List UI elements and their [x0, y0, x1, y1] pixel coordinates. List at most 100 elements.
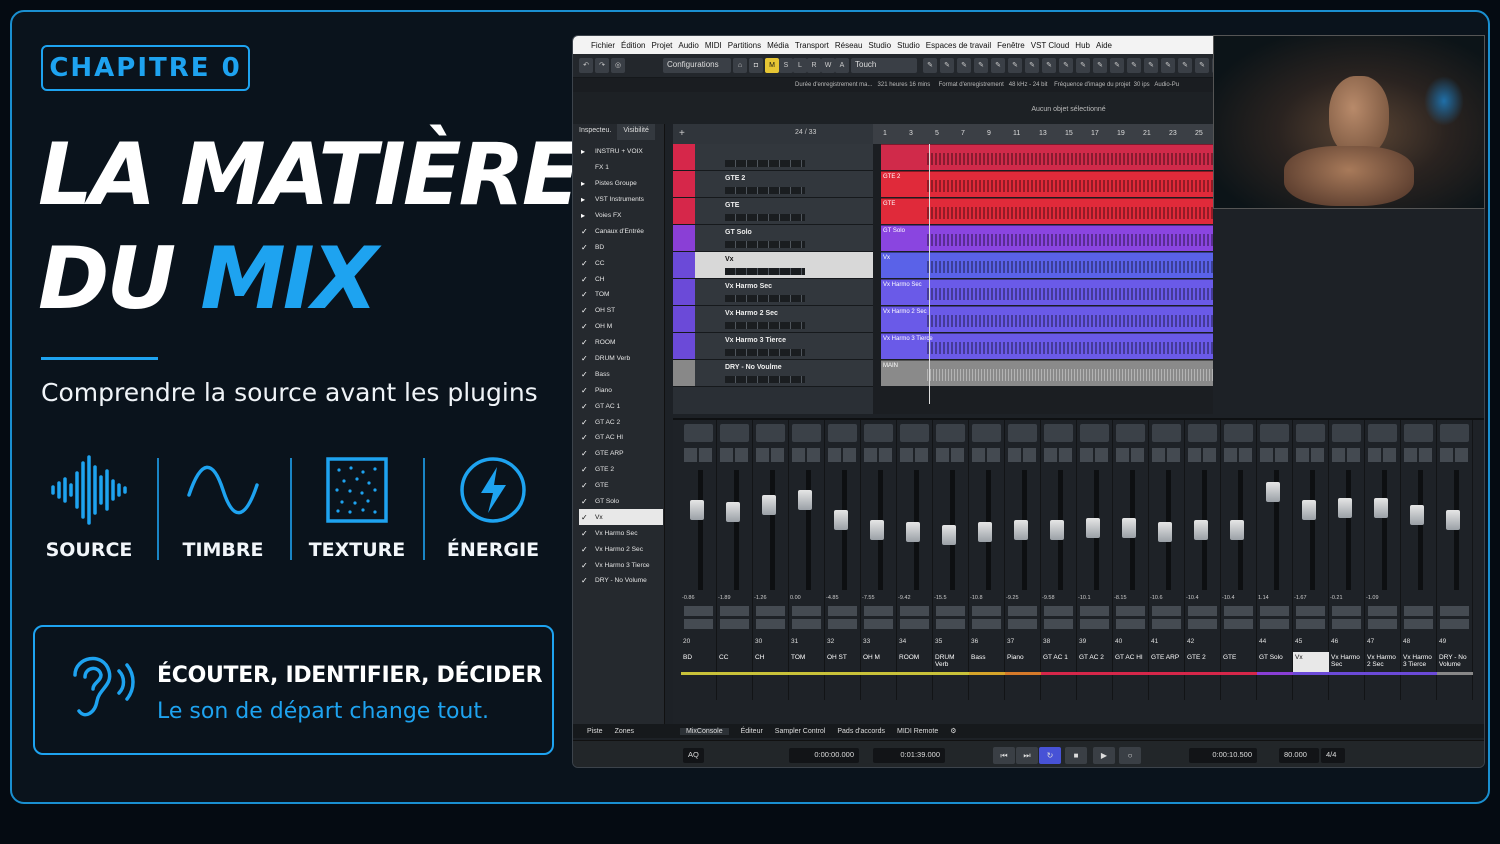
configurations-select[interactable]: Configurations [663, 58, 731, 73]
mixer-channel[interactable]: -4.85 32 OH ST [825, 420, 861, 700]
audio-event[interactable]: MAIN [881, 360, 1213, 386]
insert-slot[interactable] [1404, 424, 1433, 442]
checkbox-icon[interactable]: ✓ [579, 354, 595, 363]
visibility-item[interactable]: ✓ GT AC 2 [579, 414, 663, 430]
checkbox-icon[interactable]: ▸ [579, 195, 595, 204]
insert-slot[interactable] [1224, 424, 1253, 442]
checkbox-icon[interactable]: ✓ [579, 402, 595, 411]
track-controls[interactable] [725, 214, 805, 221]
mixer-channel[interactable]: -7.55 33 OH M [861, 420, 897, 700]
checkbox-icon[interactable]: ✓ [579, 481, 595, 490]
fader-handle[interactable] [1230, 520, 1244, 540]
gear-icon[interactable]: ⚙ [950, 727, 956, 735]
track-row[interactable]: Vx [673, 252, 873, 279]
visibility-item[interactable]: ✓ Bass [579, 366, 663, 382]
track-controls[interactable] [725, 322, 805, 329]
track-controls[interactable] [725, 376, 805, 383]
tool-icon[interactable]: ✎ [1144, 58, 1158, 73]
read-write-buttons[interactable] [828, 606, 857, 630]
visibility-item[interactable]: ✓ OH M [579, 319, 663, 335]
fader-handle[interactable] [1158, 522, 1172, 542]
checkbox-icon[interactable]: ✓ [579, 545, 595, 554]
time-signature[interactable]: 4/4 [1321, 748, 1345, 763]
track-controls[interactable] [725, 160, 805, 167]
tab-visibility[interactable]: Visibilité [617, 124, 655, 140]
insert-slot[interactable] [1008, 424, 1037, 442]
insert-slot[interactable] [1296, 424, 1325, 442]
insert-slot[interactable] [972, 424, 1001, 442]
fader-handle[interactable] [1302, 500, 1316, 520]
read-write-buttons[interactable] [720, 606, 749, 630]
fader-handle[interactable] [1194, 520, 1208, 540]
read-write-buttons[interactable] [1152, 606, 1181, 630]
visibility-item[interactable]: ✓ TOM [579, 287, 663, 303]
read-write-buttons[interactable] [1044, 606, 1073, 630]
checkbox-icon[interactable]: ✓ [579, 513, 595, 522]
read-write-buttons[interactable] [1260, 606, 1289, 630]
automation-mode-select[interactable]: Touch [851, 58, 917, 73]
visibility-item[interactable]: ✓ Canaux d'Entrée [579, 223, 663, 239]
mute-solo-buttons[interactable] [1332, 448, 1361, 462]
cycle-icon[interactable]: ↻ [1039, 747, 1061, 764]
fader-handle[interactable] [906, 522, 920, 542]
read-write-buttons[interactable] [1224, 606, 1253, 630]
tab-zones[interactable]: Zones [615, 728, 634, 735]
checkbox-icon[interactable]: ✓ [579, 497, 595, 506]
insert-slot[interactable] [1188, 424, 1217, 442]
fader-handle[interactable] [834, 510, 848, 530]
mixer-channel[interactable]: -1.26 30 CH [753, 420, 789, 700]
tool-icon[interactable]: ✎ [1127, 58, 1141, 73]
tab-piste[interactable]: Piste [587, 728, 603, 735]
insert-slot[interactable] [1080, 424, 1109, 442]
track-controls[interactable] [725, 187, 805, 194]
insert-slot[interactable] [1260, 424, 1289, 442]
audio-event[interactable] [881, 144, 1213, 170]
fader-handle[interactable] [1338, 498, 1352, 518]
mute-solo-buttons[interactable] [756, 448, 785, 462]
mute-solo-buttons[interactable] [1368, 448, 1397, 462]
time-position[interactable]: 0:00:10.500 [1189, 748, 1257, 763]
insert-slot[interactable] [1440, 424, 1469, 442]
track-row[interactable]: GTE 2 [673, 171, 873, 198]
tool-icon[interactable]: ✎ [991, 58, 1005, 73]
insert-slot[interactable] [828, 424, 857, 442]
mute-solo-buttons[interactable] [936, 448, 965, 462]
mixer-channel[interactable]: 48 Vx Harmo 3 Tierce [1401, 420, 1437, 700]
right-locator[interactable]: 0:01:39.000 [873, 748, 945, 763]
mixer-channel[interactable]: 49 DRY - No Volume [1437, 420, 1473, 700]
checkbox-icon[interactable]: ✓ [579, 243, 595, 252]
fader-handle[interactable] [798, 490, 812, 510]
visibility-item[interactable]: ▸ VST Instruments [579, 192, 663, 208]
mixer-channel[interactable]: -9.42 34 ROOM [897, 420, 933, 700]
checkbox-icon[interactable]: ✓ [579, 561, 595, 570]
fader-handle[interactable] [870, 520, 884, 540]
mixer-channel[interactable]: -10.6 41 GTE ARP [1149, 420, 1185, 700]
timeline-ruler[interactable]: 1 3 5 7 9 11 13 15 17 19 21 23 25 [873, 124, 1213, 144]
visibility-item[interactable]: ▸ Voies FX [579, 208, 663, 224]
redo-icon[interactable]: ↷ [595, 58, 609, 73]
record-mode-icon[interactable]: ◘ [749, 58, 763, 73]
checkbox-icon[interactable]: ✓ [579, 529, 595, 538]
tool-icon[interactable]: ✎ [1042, 58, 1056, 73]
checkbox-icon[interactable]: ✓ [579, 259, 595, 268]
mute-solo-buttons[interactable] [792, 448, 821, 462]
mute-solo-buttons[interactable] [1224, 448, 1253, 462]
fader-handle[interactable] [690, 500, 704, 520]
mixer-channel[interactable]: -10.8 36 Bass [969, 420, 1005, 700]
mixer-channel[interactable]: 0.00 31 TOM [789, 420, 825, 700]
insert-slot[interactable] [720, 424, 749, 442]
checkbox-icon[interactable]: ✓ [579, 465, 595, 474]
visibility-item[interactable]: ✓ BD [579, 239, 663, 255]
visibility-item[interactable]: ✓ Vx Harmo 2 Sec [579, 541, 663, 557]
tab-sampler-control[interactable]: Sampler Control [775, 728, 826, 735]
mixer-channel[interactable]: -9.58 38 GT AC 1 [1041, 420, 1077, 700]
mute-solo-buttons[interactable] [684, 448, 713, 462]
checkbox-icon[interactable]: ✓ [579, 449, 595, 458]
menu-item[interactable]: Transport [795, 41, 829, 50]
mixer-channel[interactable]: -10.1 39 GT AC 2 [1077, 420, 1113, 700]
visibility-item[interactable]: FX 1 [579, 160, 663, 176]
mixer-channel[interactable]: -0.21 46 Vx Harmo Sec [1329, 420, 1365, 700]
checkbox-icon[interactable]: ✓ [579, 306, 595, 315]
visibility-item[interactable]: ✓ GT AC HI [579, 430, 663, 446]
insert-slot[interactable] [684, 424, 713, 442]
